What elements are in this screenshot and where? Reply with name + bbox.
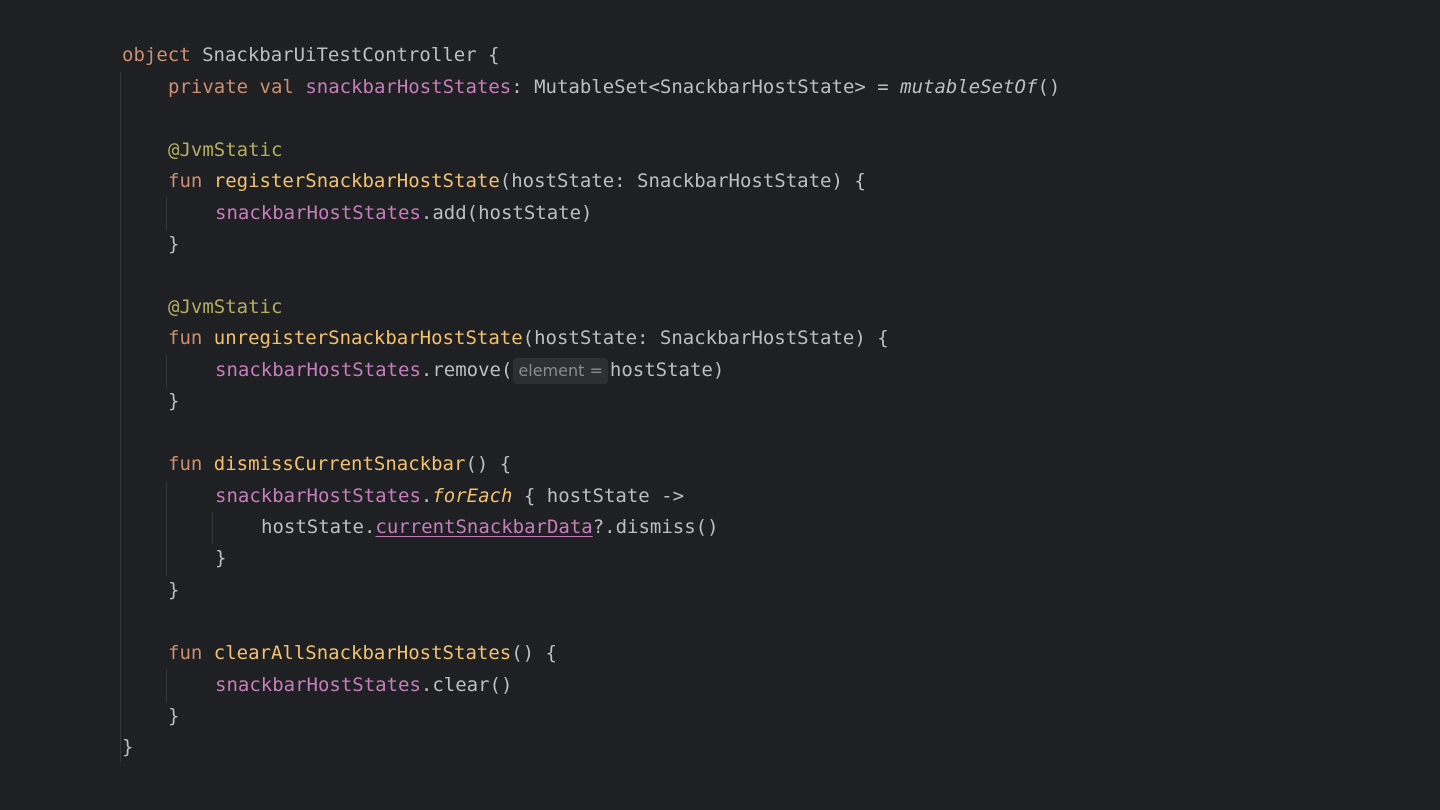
keyword: object — [122, 44, 191, 66]
code-line: fun clearAllSnackbarHostStates() { — [168, 638, 557, 668]
property-name: snackbarHostStates — [215, 485, 421, 507]
indent-guide — [166, 198, 167, 230]
params: (hostState: SnackbarHostState) { — [522, 327, 889, 349]
brace: } — [168, 390, 180, 412]
brace: } — [215, 547, 227, 569]
keyword: private — [168, 76, 249, 98]
code-line: } — [168, 229, 179, 259]
code-line: hostState.currentSnackbarData?.dismiss() — [261, 512, 719, 542]
function-name: clearAllSnackbarHostStates — [213, 642, 512, 664]
argument: hostState) — [609, 359, 725, 381]
code-line: fun unregisterSnackbarHostState(hostStat… — [168, 323, 889, 353]
keyword: fun — [168, 327, 203, 349]
code-line: snackbarHostStates.forEach { hostState -… — [215, 481, 684, 511]
function-call: forEach — [432, 485, 513, 507]
keyword: fun — [168, 170, 203, 192]
code-line: } — [168, 386, 179, 416]
property-name: snackbarHostStates — [215, 202, 421, 224]
brace: } — [168, 705, 180, 727]
brace: { — [488, 44, 500, 66]
indent-guide — [166, 670, 167, 702]
keyword: fun — [168, 642, 203, 664]
code-editor[interactable]: object SnackbarUiTestController { privat… — [0, 0, 1440, 810]
indent-guide — [212, 512, 213, 544]
brace: } — [168, 579, 180, 601]
code-line: fun dismissCurrentSnackbar() { — [168, 449, 511, 479]
params: () { — [511, 642, 557, 664]
function-name: registerSnackbarHostState — [213, 170, 500, 192]
receiver: hostState. — [261, 516, 376, 538]
code-line: snackbarHostStates.clear() — [215, 670, 512, 700]
method-call: .add(hostState) — [420, 202, 593, 224]
code-line: @JvmStatic — [168, 292, 282, 322]
method-call: .remove( — [420, 359, 513, 381]
property-name: snackbarHostStates — [215, 674, 421, 696]
indent-guide — [166, 481, 167, 576]
object-name: SnackbarUiTestController — [202, 44, 477, 66]
lambda-header: { hostState -> — [512, 485, 685, 507]
keyword: val — [259, 76, 294, 98]
property-name: snackbarHostStates — [215, 359, 421, 381]
parens: () — [1037, 76, 1061, 98]
params: (hostState: SnackbarHostState) { — [499, 170, 866, 192]
code-line: fun registerSnackbarHostState(hostState:… — [168, 166, 866, 196]
property-name: snackbarHostStates — [305, 76, 512, 98]
function-name: unregisterSnackbarHostState — [213, 327, 523, 349]
code-line: private val snackbarHostStates: MutableS… — [168, 72, 1060, 102]
function-name: dismissCurrentSnackbar — [213, 453, 466, 475]
indent-guide — [166, 355, 167, 387]
function-call: mutableSetOf — [900, 76, 1038, 98]
code-line: snackbarHostStates.remove(element = hostS… — [215, 355, 724, 385]
dot: . — [420, 485, 433, 507]
keyword: fun — [168, 453, 203, 475]
indent-guide — [120, 72, 121, 762]
code-line: snackbarHostStates.add(hostState) — [215, 198, 593, 228]
type-declaration: : MutableSet<SnackbarHostState> = — [511, 76, 901, 98]
annotation: @JvmStatic — [168, 139, 283, 161]
code-line: @JvmStatic — [168, 135, 282, 165]
method-call: .clear() — [420, 674, 513, 696]
code-line: } — [168, 701, 179, 731]
params: () { — [465, 453, 512, 475]
code-line: object SnackbarUiTestController { — [122, 40, 500, 70]
brace: } — [168, 233, 180, 255]
code-line: } — [168, 575, 179, 605]
annotation: @JvmStatic — [168, 296, 283, 318]
property-name: currentSnackbarData — [375, 516, 593, 538]
brace: } — [122, 736, 134, 758]
method-call: ?.dismiss() — [592, 516, 719, 538]
code-line: } — [122, 732, 133, 762]
code-line: } — [215, 543, 226, 573]
parameter-hint: element = — [513, 358, 608, 384]
